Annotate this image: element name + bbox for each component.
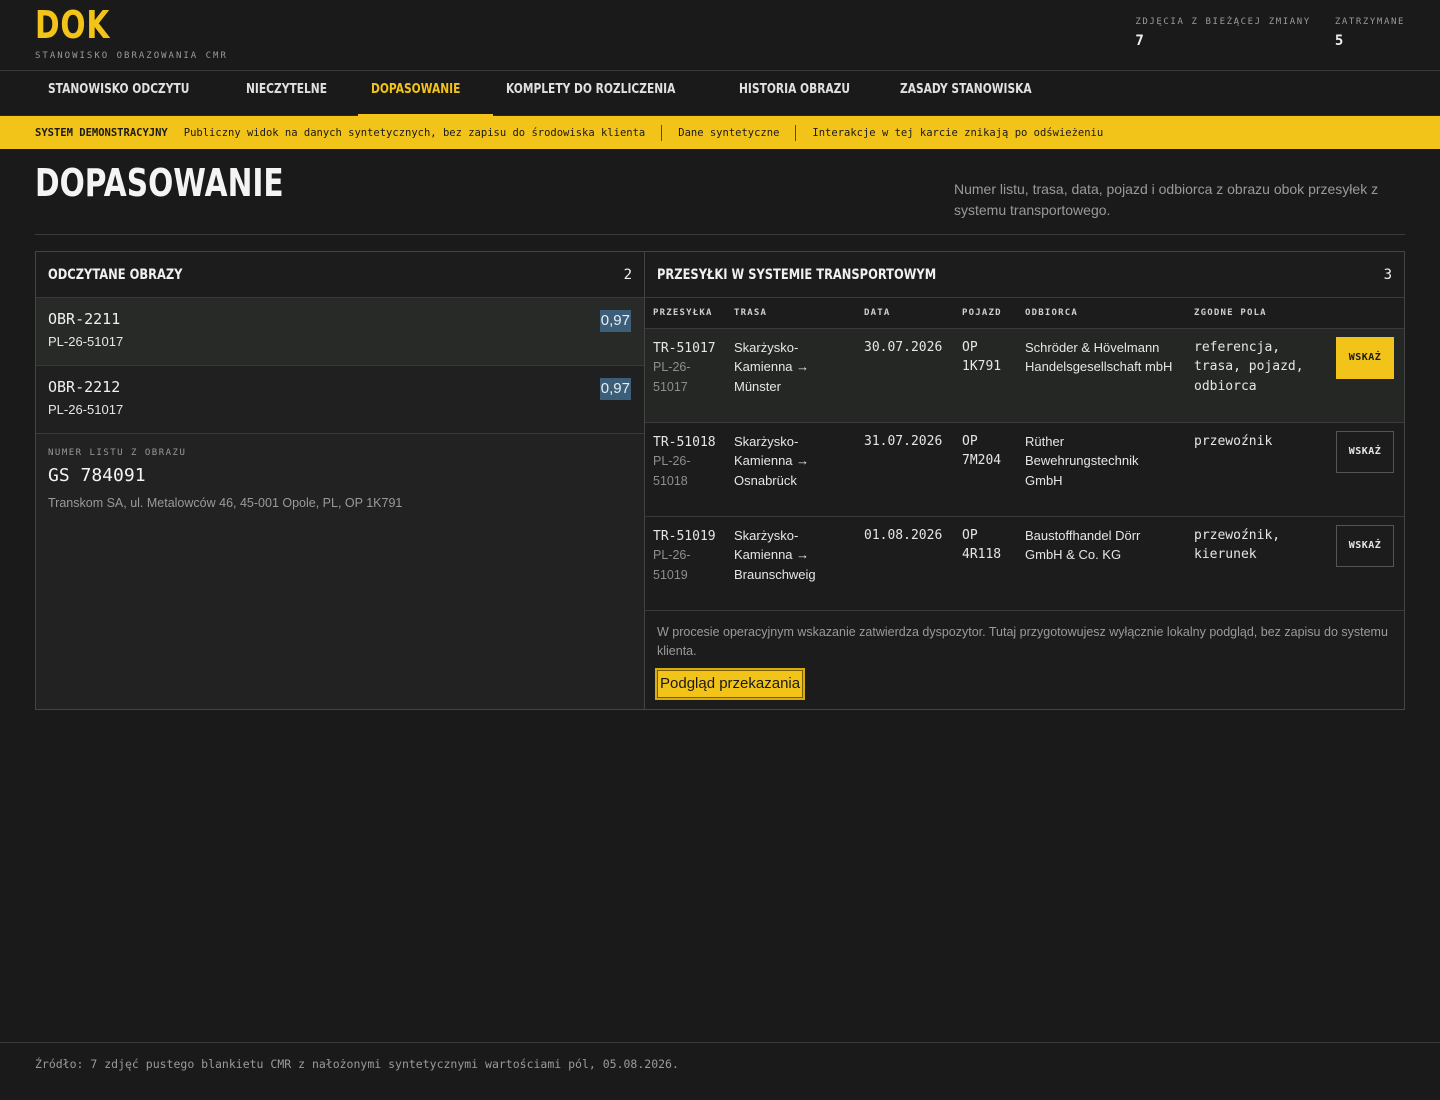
column-header: ZGODNE POLA [1186, 298, 1328, 329]
shipments-table: PRZESYŁKA TRASA DATA POJAZD ODBIORCA ZGO… [645, 298, 1404, 611]
shipment-reference: PL-26-51019 [653, 548, 691, 582]
footer-source: Źródło: 7 zdjęć pustego blankietu CMR z … [0, 1042, 1440, 1085]
column-header: ODBIORCA [1017, 298, 1186, 329]
action-cell: WSKAŻ [1328, 328, 1404, 423]
shipment-cell: TR-51017 PL-26-51017 [645, 328, 726, 423]
tab-station-rules[interactable]: ZASADY STANOWISKA [887, 71, 1074, 116]
stat-shift-photos: ZDJĘCIA Z BIEŻĄCEJ ZMIANY 7 [1135, 17, 1310, 49]
demo-info: Dane syntetyczne [678, 126, 780, 139]
panel-title: PRZESYŁKI W SYSTEMIE TRANSPORTOWYM [657, 266, 937, 283]
sender-address: Transkom SA, ul. Metalowców 46, 45-001 O… [48, 496, 403, 510]
shipment-reference: PL-26-51017 [653, 360, 691, 394]
main-nav: STANOWISKO ODCZYTU NIECZYTELNE DOPASOWAN… [0, 71, 1440, 117]
column-header: DATA [856, 298, 954, 329]
matching-fields-cell: referencja, trasa, pojazd, odbiorca [1186, 328, 1328, 423]
divider [795, 124, 797, 141]
image-id: OBR-2211 [48, 310, 121, 328]
stat-value: 7 [1135, 33, 1144, 49]
brand-logo[interactable]: DOK [35, 4, 185, 46]
demo-info: Publiczny widok na danych syntetycznych,… [183, 126, 646, 139]
column-header-actions [1328, 298, 1404, 329]
recipient-cell: Rüther Bewehrungstechnik GmbH [1017, 422, 1186, 517]
match-score-badge: 0,97 [599, 378, 631, 400]
shipments-panel: PRZESYŁKI W SYSTEMIE TRANSPORTOWYM 3 PRZ… [644, 251, 1405, 710]
vehicle-cell: OP 4R118 [954, 516, 1017, 611]
image-list-item[interactable]: OBR-2211 PL-26-51017 0,97 [36, 298, 644, 366]
matching-panels: ODCZYTANE OBRAZY 2 OBR-2211 PL-26-51017 … [35, 251, 1405, 710]
image-list-item[interactable]: OBR-2212 PL-26-51017 0,97 [36, 366, 644, 434]
action-cell: WSKAŻ [1328, 422, 1404, 517]
indicate-button[interactable]: WSKAŻ [1336, 524, 1394, 567]
image-reference: PL-26-51017 [48, 334, 124, 349]
handover-preview-button[interactable]: Podgląd przekazania [654, 667, 806, 700]
panel-count: 2 [623, 266, 632, 283]
date-cell: 31.07.2026 [856, 422, 954, 517]
stat-label: ZDJĘCIA Z BIEŻĄCEJ ZMIANY [1135, 17, 1311, 27]
shipment-cell: TR-51019 PL-26-51019 [645, 516, 726, 611]
table-row: TR-51019 PL-26-51019 Skarżysko-Kamienna … [645, 516, 1404, 611]
handover-section: W procesie operacyjnym wskazanie zatwier… [645, 611, 1404, 710]
divider [661, 124, 663, 141]
matching-fields-cell: przewoźnik [1186, 422, 1328, 517]
waybill-number: GS 784091 [48, 465, 146, 486]
match-score-badge: 0,97 [599, 310, 631, 332]
stat-value: 5 [1334, 33, 1344, 49]
tab-settlement-sets[interactable]: KOMPLETY DO ROZLICZENIA [493, 71, 726, 116]
shipment-id: TR-51019 [653, 528, 716, 544]
recipient-cell: Baustoffhandel Dörr GmbH & Co. KG [1017, 516, 1186, 611]
stat-held: ZATRZYMANE 5 [1335, 17, 1405, 49]
tab-reading-station[interactable]: STANOWISKO ODCZYTU [35, 71, 233, 116]
route-cell: Skarżysko-Kamienna → Braunschweig [726, 516, 856, 611]
process-note: W procesie operacyjnym wskazanie zatwier… [657, 624, 1388, 658]
page-header: DOPASOWANIE Numer listu, trasa, data, po… [35, 149, 1405, 235]
matching-fields-cell: przewoźnik, kierunek [1186, 516, 1328, 611]
tab-image-history[interactable]: HISTORIA OBRAZU [726, 71, 887, 116]
column-header: PRZESYŁKA [645, 298, 726, 329]
tab-matching[interactable]: DOPASOWANIE [358, 71, 494, 117]
tab-illegible[interactable]: NIECZYTELNE [233, 71, 358, 116]
shipment-reference: PL-26-51018 [653, 454, 691, 488]
table-row: TR-51017 PL-26-51017 Skarżysko-Kamienna … [645, 328, 1404, 423]
shipment-cell: TR-51018 PL-26-51018 [645, 422, 726, 517]
detail-label: NUMER LISTU Z OBRAZU [48, 448, 187, 458]
images-panel: ODCZYTANE OBRAZY 2 OBR-2211 PL-26-51017 … [35, 251, 645, 710]
brand-subtitle: STANOWISKO OBRAZOWANIA CMR [35, 51, 228, 61]
panel-title: ODCZYTANE OBRAZY [48, 266, 183, 283]
recipient-cell: Schröder & Hövelmann Handelsgesellschaft… [1017, 328, 1186, 423]
demo-info: Interakcje w tej karcie znikają po odświ… [812, 126, 1104, 139]
image-reference: PL-26-51017 [48, 402, 124, 417]
demo-label: SYSTEM DEMONSTRACYJNY [35, 126, 168, 139]
image-detail: NUMER LISTU Z OBRAZU GS 784091 Transkom … [36, 434, 644, 524]
column-header: TRASA [726, 298, 856, 329]
table-header-row: PRZESYŁKA TRASA DATA POJAZD ODBIORCA ZGO… [645, 298, 1404, 329]
table-row: TR-51018 PL-26-51018 Skarżysko-Kamienna … [645, 422, 1404, 517]
panel-header: PRZESYŁKI W SYSTEMIE TRANSPORTOWYM 3 [645, 252, 1404, 298]
demo-banner: SYSTEM DEMONSTRACYJNY Publiczny widok na… [0, 116, 1440, 149]
column-header: POJAZD [954, 298, 1017, 329]
shift-stats: ZDJĘCIA Z BIEŻĄCEJ ZMIANY 7 ZATRZYMANE 5 [1135, 17, 1405, 49]
vehicle-cell: OP 1K791 [954, 328, 1017, 423]
route-cell: Skarżysko-Kamienna → Münster [726, 328, 856, 423]
date-cell: 01.08.2026 [856, 516, 954, 611]
stat-label: ZATRZYMANE [1334, 17, 1405, 27]
page-description: Numer listu, trasa, data, pojazd i odbio… [954, 181, 1379, 218]
date-cell: 30.07.2026 [856, 328, 954, 423]
shipment-id: TR-51018 [653, 434, 716, 450]
brand: DOK STANOWISKO OBRAZOWANIA CMR [35, 4, 228, 61]
panel-header: ODCZYTANE OBRAZY 2 [36, 252, 644, 298]
page-title: DOPASOWANIE [35, 161, 284, 205]
route-cell: Skarżysko-Kamienna → Osnabrück [726, 422, 856, 517]
shipment-id: TR-51017 [653, 340, 716, 356]
action-cell: WSKAŻ [1328, 516, 1404, 611]
indicate-button[interactable]: WSKAŻ [1336, 430, 1394, 473]
top-bar: DOK STANOWISKO OBRAZOWANIA CMR ZDJĘCIA Z… [0, 0, 1440, 71]
indicate-button[interactable]: WSKAŻ [1336, 336, 1394, 379]
vehicle-cell: OP 7M204 [954, 422, 1017, 517]
image-id: OBR-2212 [48, 378, 121, 396]
panel-count: 3 [1383, 266, 1392, 283]
